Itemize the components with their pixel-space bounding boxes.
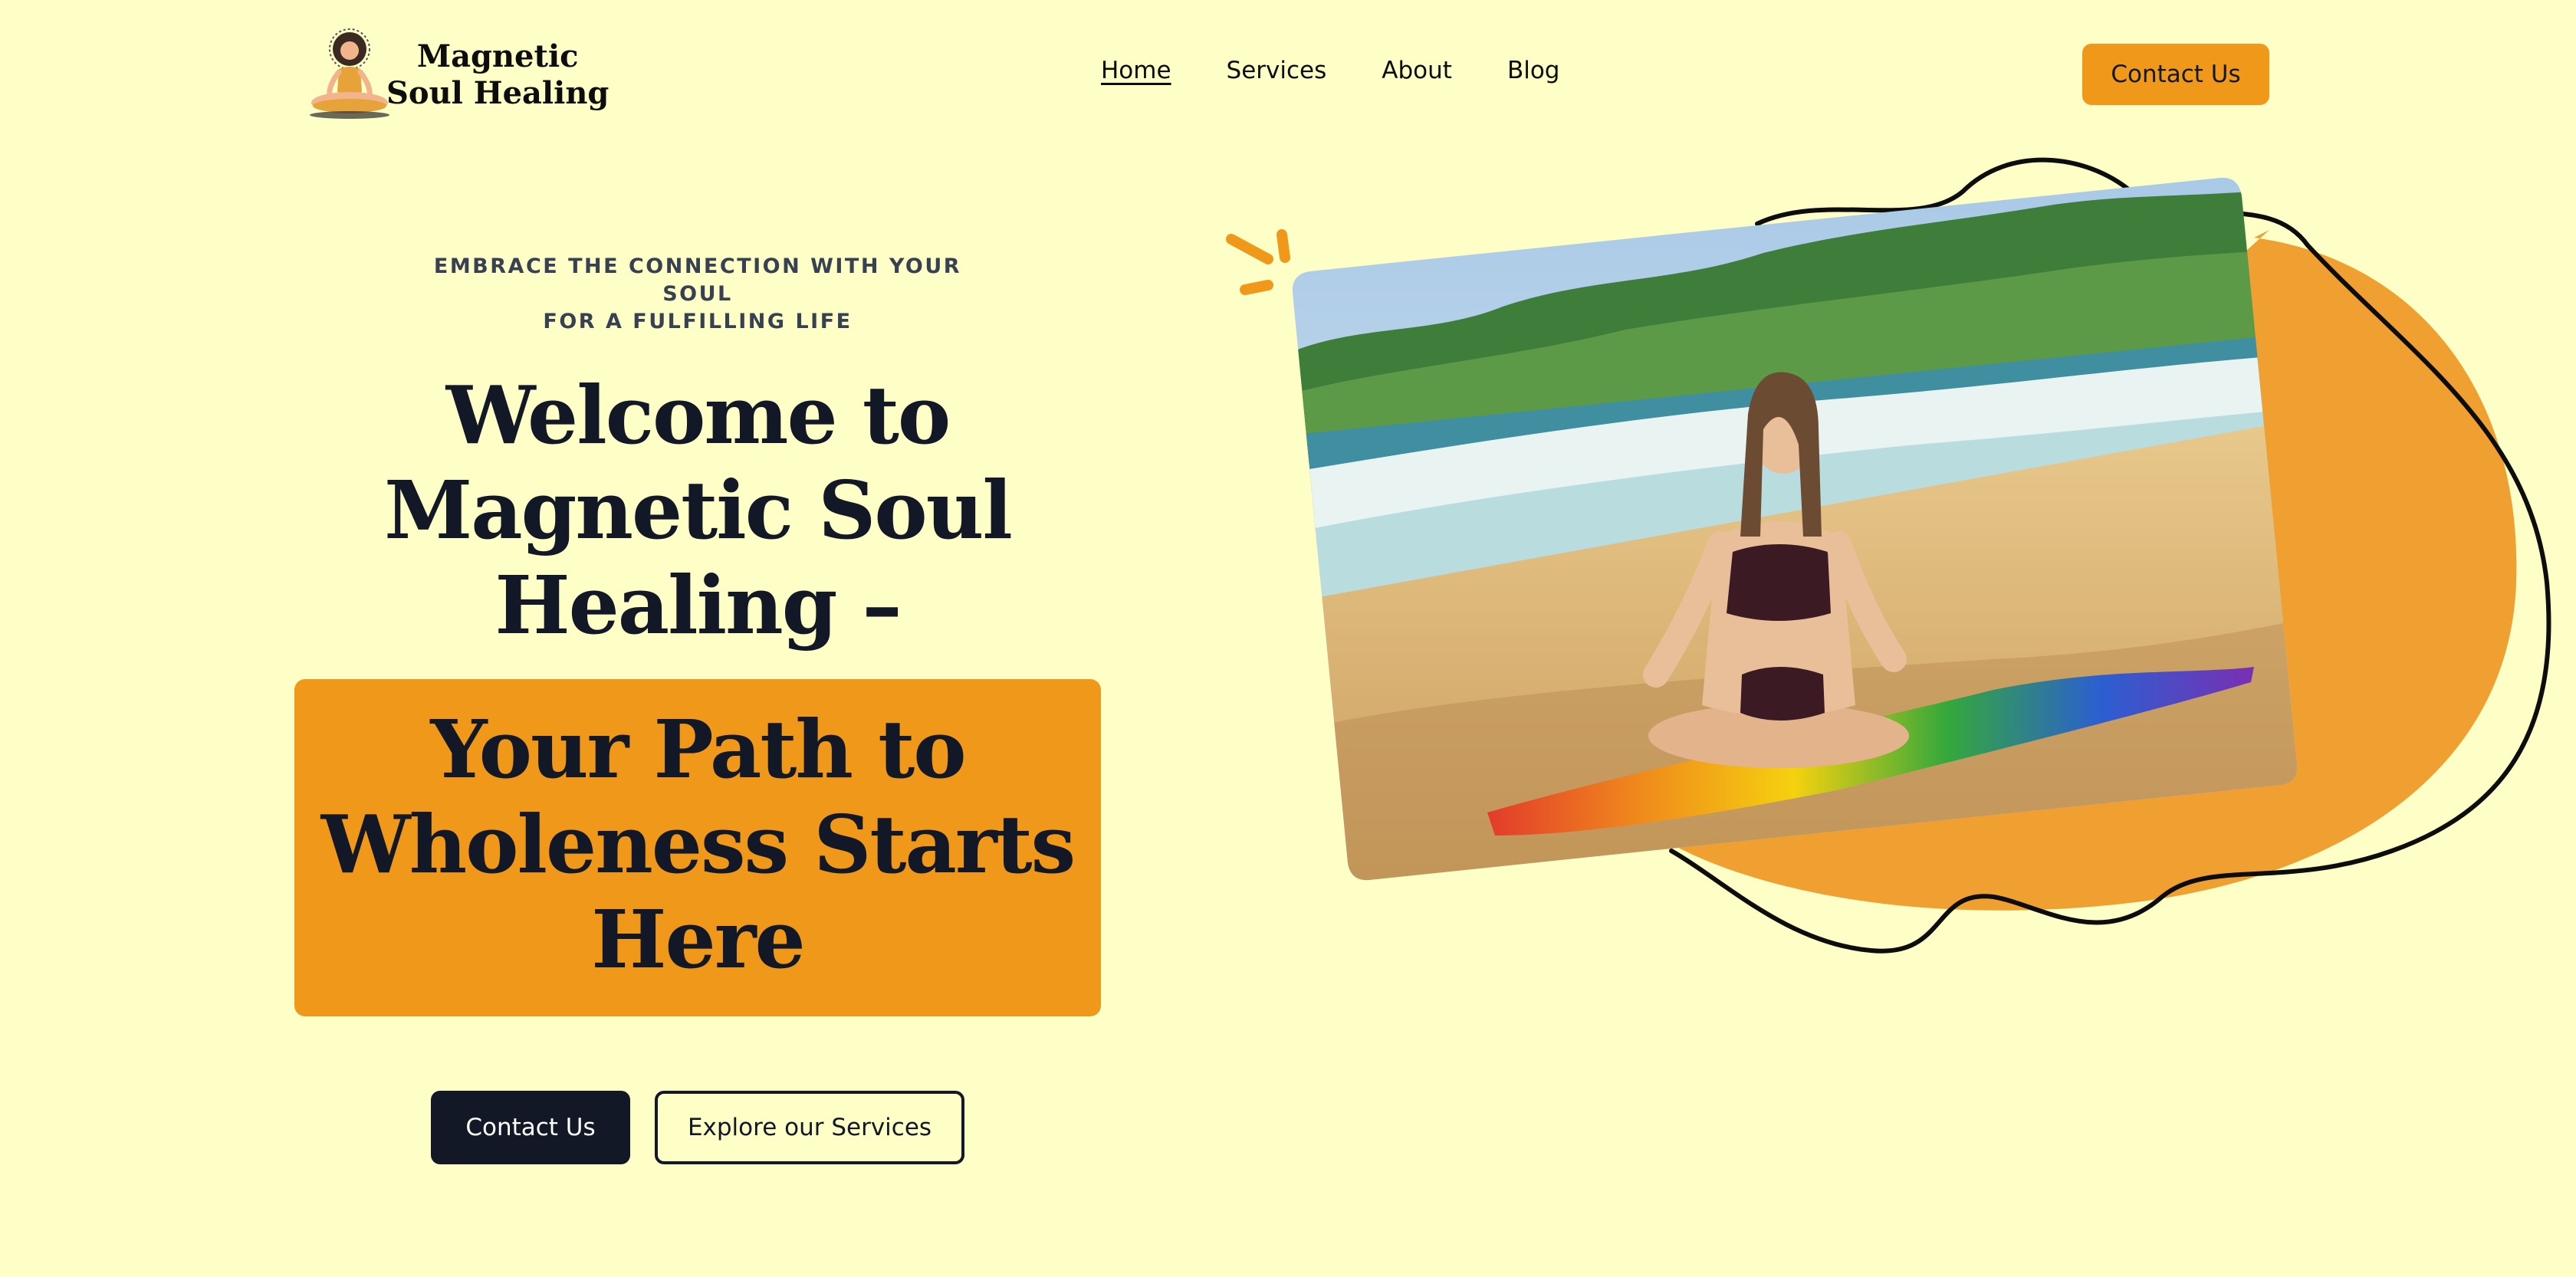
meditating-woman-icon [310,28,389,119]
hero-highlight-line3: Here [591,892,805,986]
hero-eyebrow: EMBRACE THE CONNECTION WITH YOUR SOUL FO… [399,253,997,336]
hero-eyebrow-line2: FOR A FULFILLING LIFE [543,310,853,333]
contact-us-button[interactable]: Contact Us [431,1091,630,1164]
hero-highlight-line1: Your Path to [430,702,966,796]
brand-logo[interactable]: Magnetic Soul Healing [307,26,609,124]
nav-item-home[interactable]: Home [1101,57,1171,84]
hero-illustration [1226,157,2551,954]
brand-name-line1: Magnetic [416,38,579,74]
hero-highlight-text: Your Path to Wholeness Starts Here [294,702,1101,987]
header-contact-button[interactable]: Contact Us [2082,44,2269,105]
main-nav: Home Services About Blog [1101,57,1559,84]
nav-item-services[interactable]: Services [1227,57,1327,84]
nav-item-blog[interactable]: Blog [1507,57,1560,84]
brand-name-line2: Soul Healing [386,75,610,111]
hero-headline-line3: Healing – [495,558,902,652]
hero-headline-line1: Welcome to [445,368,951,462]
hero-highlight-line2: Wholeness Starts [320,797,1076,891]
brand-name: Magnetic Soul Healing [386,38,609,112]
sparkle-icon [1226,229,1290,295]
hero-eyebrow-line1: EMBRACE THE CONNECTION WITH YOUR SOUL [433,254,962,306]
explore-services-button[interactable]: Explore our Services [655,1091,964,1164]
hero-headline-line2: Magnetic Soul [384,463,1013,557]
beach-meditation-photo [1292,177,2298,881]
nav-item-about[interactable]: About [1382,57,1452,84]
hero-headline: Welcome to Magnetic Soul Healing – [322,368,1073,653]
